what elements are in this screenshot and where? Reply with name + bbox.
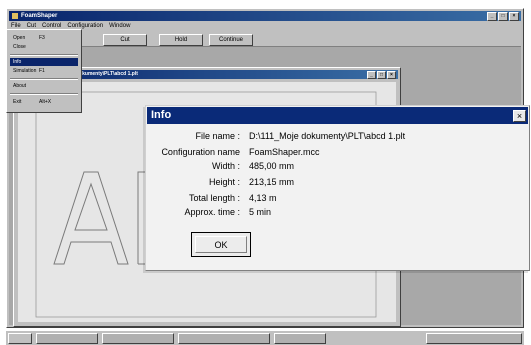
- start-button[interactable]: [8, 333, 32, 344]
- menu-window[interactable]: Window: [109, 22, 130, 31]
- app-icon: [12, 13, 18, 19]
- menu-item-simulation-shortcut: F1: [39, 68, 45, 74]
- menu-separator: [10, 93, 78, 95]
- close-button[interactable]: ×: [509, 12, 519, 21]
- width-value: 485,00 mm: [249, 161, 295, 171]
- taskbar-item[interactable]: [178, 333, 270, 344]
- menu-separator: [10, 54, 78, 56]
- approx-time-label: Approx. time :: [184, 207, 240, 217]
- menu-item-close[interactable]: Close: [10, 43, 78, 51]
- height-label: Height :: [208, 177, 240, 187]
- menu-item-simulation-label: Simulation: [13, 68, 37, 74]
- drawing-minimize-button[interactable]: _: [367, 71, 376, 79]
- menu-item-open[interactable]: Open F3: [10, 34, 78, 42]
- system-tray: [426, 333, 522, 344]
- hold-button[interactable]: Hold: [159, 34, 203, 46]
- menu-item-open-shortcut: F3: [39, 35, 45, 41]
- menu-bar: File Cut Control Configuration Window: [9, 22, 521, 31]
- dialog-close-button[interactable]: ×: [513, 110, 526, 122]
- menu-item-info-label: Info: [13, 59, 22, 65]
- minimize-button[interactable]: _: [487, 12, 497, 21]
- configuration-name-value: FoamShaper.mcc: [249, 147, 320, 157]
- file-menu: Open F3 Close Info Simulation F1 About E…: [6, 29, 82, 113]
- width-label: Width :: [211, 161, 240, 171]
- continue-button[interactable]: Continue: [209, 34, 253, 46]
- menu-item-about-label: About: [13, 83, 27, 89]
- toolbar: Cut Hold Continue: [9, 32, 521, 47]
- menu-separator: [10, 78, 78, 80]
- menu-item-open-label: Open: [13, 35, 26, 41]
- menu-item-exit-label: Exit: [13, 99, 22, 105]
- total-length-value: 4,13 m: [249, 193, 277, 203]
- cut-button[interactable]: Cut: [103, 34, 147, 46]
- drawing-window-title: dokumenty\PLT\abcd 1.plt: [76, 71, 138, 77]
- maximize-button[interactable]: □: [498, 12, 508, 21]
- taskbar-item[interactable]: [274, 333, 326, 344]
- drawing-close-button[interactable]: ×: [387, 71, 396, 79]
- menu-item-exit-shortcut: Alt+X: [39, 99, 52, 105]
- ok-button-label: OK: [214, 240, 228, 250]
- menu-item-exit[interactable]: Exit Alt+X: [10, 98, 78, 106]
- menu-item-simulation[interactable]: Simulation F1: [10, 67, 78, 75]
- file-name-label: File name :: [195, 131, 240, 141]
- taskbar-quicklaunch[interactable]: [36, 333, 98, 344]
- info-dialog-title: Info: [151, 109, 172, 121]
- ok-button[interactable]: OK: [191, 232, 251, 257]
- height-value: 213,15 mm: [249, 177, 295, 187]
- app-title-bar[interactable]: FoamShaper _ □ ×: [9, 11, 521, 21]
- app-title: FoamShaper: [21, 13, 58, 19]
- info-dialog: Info × File name : D:\111_Moje dokumenty…: [145, 105, 530, 271]
- taskbar-item[interactable]: [102, 333, 174, 344]
- menu-item-close-label: Close: [13, 44, 26, 50]
- taskbar: [6, 330, 524, 345]
- menu-item-info[interactable]: Info: [10, 58, 78, 66]
- file-name-value: D:\111_Moje dokumenty\PLT\abcd 1.plt: [249, 131, 406, 141]
- info-dialog-title-bar[interactable]: Info ×: [147, 107, 528, 124]
- menu-item-about[interactable]: About: [10, 82, 78, 90]
- total-length-label: Total length :: [188, 193, 240, 203]
- drawing-maximize-button[interactable]: □: [377, 71, 386, 79]
- approx-time-value: 5 min: [249, 207, 272, 217]
- configuration-name-label: Configuration name: [161, 147, 240, 157]
